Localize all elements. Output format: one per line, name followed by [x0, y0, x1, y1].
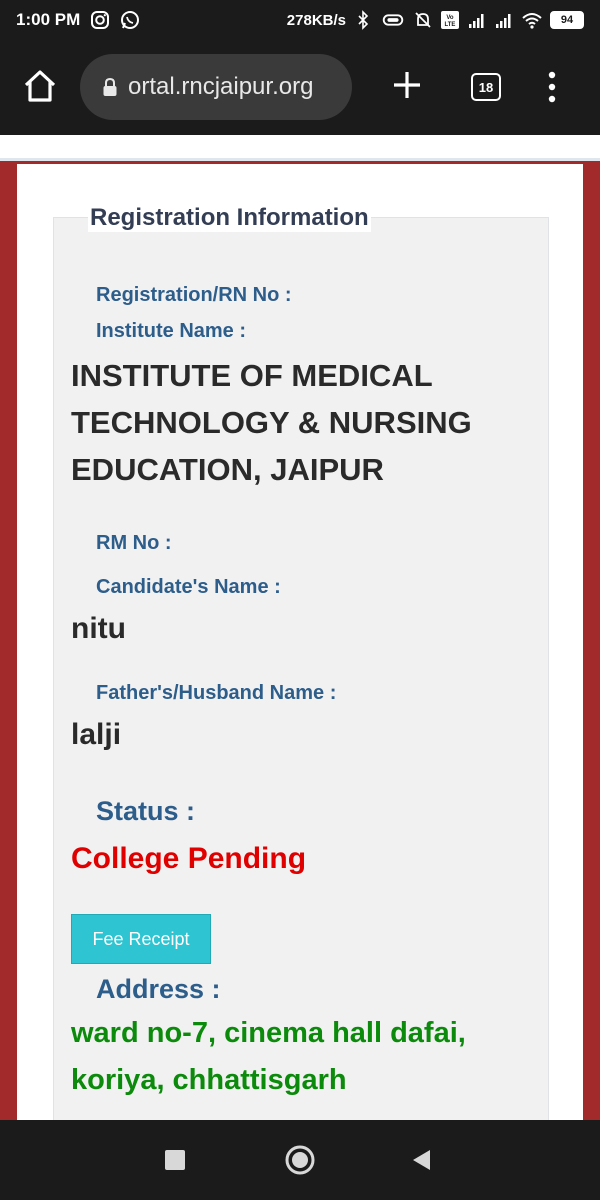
network-speed: 278KB/s — [286, 11, 346, 29]
institute-name-value: INSTITUTE OF MEDICAL TECHNOLOGY & NURSIN… — [71, 358, 472, 487]
address-value: ward no-7, cinema hall dafai, koriya, ch… — [71, 1017, 466, 1096]
father-husband-name-value: lalji — [71, 718, 122, 751]
android-status-bar: 1:00 PM 278KB/s Vo LTE 94 — [0, 0, 600, 40]
tab-switcher-button[interactable]: 18 — [471, 73, 501, 101]
father-husband-name-label: Father's/Husband Name : — [96, 682, 337, 704]
instagram-icon — [91, 11, 110, 29]
recent-apps-icon[interactable] — [165, 1150, 185, 1170]
whatsapp-icon — [121, 11, 140, 29]
web-page[interactable]: Registration Information Registration/RN… — [0, 135, 600, 1120]
home-circle-icon[interactable] — [284, 1144, 316, 1176]
new-tab-icon[interactable] — [390, 68, 424, 102]
url-text: ortal.rncjaipur.org — [128, 73, 314, 100]
browser-toolbar: ortal.rncjaipur.org 18 — [0, 40, 600, 135]
registration-info-fieldset: Registration Information Registration/RN… — [53, 204, 549, 1120]
android-navigation-bar — [0, 1120, 600, 1200]
section-title: Registration Information — [88, 204, 371, 232]
wifi-icon — [522, 13, 542, 29]
vibrate-icon — [382, 14, 404, 26]
signal-strength-icon-2 — [496, 14, 511, 28]
muted-alarm-icon — [415, 12, 431, 28]
status-label: Status : — [96, 796, 196, 826]
content-panel: Registration Information Registration/RN… — [17, 164, 583, 1120]
signal-strength-icon-1 — [469, 14, 484, 28]
back-triangle-icon[interactable] — [410, 1148, 432, 1172]
volte-icon: Vo LTE — [441, 11, 459, 29]
tab-count: 18 — [478, 79, 494, 95]
battery-level: 94 — [552, 13, 582, 27]
home-icon[interactable] — [22, 68, 58, 104]
candidate-name-label: Candidate's Name : — [96, 576, 281, 598]
clock-time: 1:00 PM — [16, 10, 81, 29]
page-header-strip — [0, 135, 600, 161]
bluetooth-icon — [358, 10, 369, 30]
address-bar[interactable]: ortal.rncjaipur.org — [80, 54, 352, 120]
battery-icon: 94 — [550, 11, 584, 29]
registration-no-label: Registration/RN No : — [96, 284, 292, 306]
institute-name-label: Institute Name : — [96, 320, 247, 342]
rm-no-label: RM No : — [96, 532, 172, 554]
status-value: College Pending — [71, 842, 307, 875]
svg-text:Vo: Vo — [446, 15, 454, 21]
candidate-name-value: nitu — [71, 612, 126, 645]
overflow-menu-icon[interactable] — [545, 70, 559, 104]
address-label: Address : — [96, 974, 221, 1004]
fee-receipt-button[interactable]: Fee Receipt — [71, 914, 211, 964]
lock-icon — [103, 77, 117, 96]
svg-text:LTE: LTE — [445, 22, 456, 28]
